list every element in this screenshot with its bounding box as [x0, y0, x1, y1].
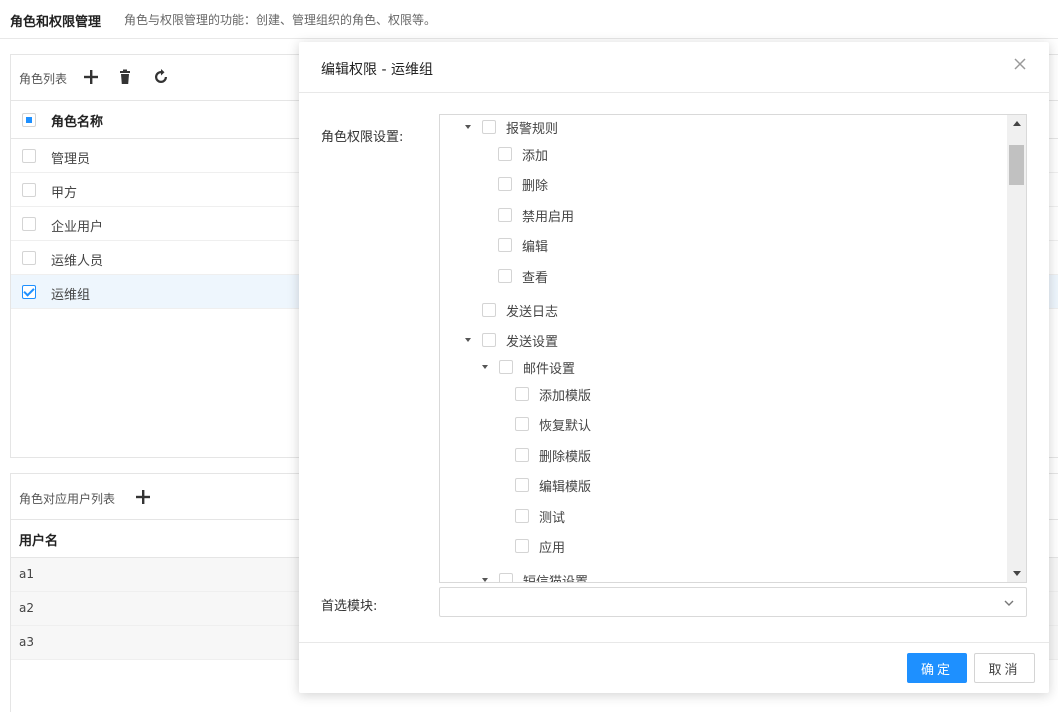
dialog-title: 编辑权限 - 运维组 — [321, 62, 433, 78]
tree-node-mail-restore-default[interactable]: 恢复默认 — [515, 414, 591, 434]
tree-checkbox[interactable] — [515, 448, 529, 462]
page-title: 角色和权限管理 — [10, 15, 102, 30]
tree-checkbox[interactable] — [482, 120, 496, 134]
tree-node-label: 编辑 — [522, 239, 549, 255]
tree-node-mail-apply[interactable]: 应用 — [515, 536, 565, 556]
tree-node-mail-edit-template[interactable]: 编辑模版 — [515, 475, 591, 495]
role-name: 运维人员 — [51, 254, 104, 269]
tree-node-label: 删除 — [522, 178, 549, 194]
tree-checkbox[interactable] — [498, 269, 512, 283]
tree-checkbox[interactable] — [482, 333, 496, 347]
tree-node-mail-test[interactable]: 测试 — [515, 506, 565, 526]
tree-checkbox[interactable] — [515, 478, 529, 492]
tree-node-label: 添加模版 — [539, 388, 592, 404]
edit-permissions-dialog: 编辑权限 - 运维组 角色权限设置: 报警规则 添加 删除 禁用启用 编辑 查看… — [299, 42, 1049, 693]
plus-icon — [84, 70, 98, 84]
username: a2 — [19, 601, 34, 615]
tree-node-alert-add[interactable]: 添加 — [498, 144, 548, 164]
page-header: 角色和权限管理 角色与权限管理的功能：创建、管理组织的角色、权限等。 — [0, 0, 1058, 39]
page-description: 角色与权限管理的功能：创建、管理组织的角色、权限等。 — [124, 13, 437, 27]
tree-checkbox[interactable] — [515, 509, 529, 523]
role-list-title: 角色列表 — [19, 72, 68, 86]
caret-down-icon[interactable] — [464, 123, 472, 131]
role-checkbox[interactable] — [22, 149, 36, 163]
close-dialog-button[interactable] — [1013, 57, 1031, 75]
tree-node-alert-view[interactable]: 查看 — [498, 266, 548, 286]
role-name: 企业用户 — [51, 220, 104, 235]
tree-checkbox[interactable] — [515, 539, 529, 553]
select-all-roles-checkbox[interactable] — [22, 113, 36, 127]
tree-node-label: 查看 — [522, 270, 549, 286]
tree-node-label: 编辑模版 — [539, 479, 592, 495]
role-name: 运维组 — [51, 288, 91, 303]
tree-node-alert-edit[interactable]: 编辑 — [498, 235, 548, 255]
tree-checkbox[interactable] — [498, 238, 512, 252]
tree-checkbox[interactable] — [482, 303, 496, 317]
tree-node-label: 添加 — [522, 148, 549, 164]
scroll-down-arrow-icon[interactable] — [1007, 565, 1026, 582]
scroll-thumb[interactable] — [1009, 145, 1024, 185]
tree-node-alert-rules[interactable]: 报警规则 — [464, 117, 558, 137]
permission-settings-label: 角色权限设置: — [321, 130, 404, 145]
trash-icon — [120, 69, 130, 84]
role-checkbox-checked[interactable] — [22, 285, 36, 299]
role-name-column-header: 角色名称 — [51, 115, 104, 130]
caret-down-icon[interactable] — [464, 336, 472, 344]
preferred-module-select[interactable] — [439, 587, 1027, 617]
caret-down-icon[interactable] — [481, 363, 489, 371]
tree-checkbox[interactable] — [515, 387, 529, 401]
add-user-button[interactable] — [133, 487, 153, 507]
refresh-roles-button[interactable] — [151, 67, 171, 87]
tree-node-send-log[interactable]: 发送日志 — [482, 300, 558, 320]
role-name: 甲方 — [51, 186, 78, 201]
tree-scrollbar[interactable] — [1007, 115, 1026, 582]
tree-node-label: 测试 — [539, 510, 566, 526]
tree-node-label: 报警规则 — [506, 121, 559, 137]
tree-node-label: 禁用启用 — [522, 209, 575, 225]
dialog-header: 编辑权限 - 运维组 — [299, 42, 1049, 93]
preferred-module-label: 首选模块: — [321, 599, 378, 614]
close-icon — [1014, 58, 1026, 70]
plus-icon — [136, 490, 150, 504]
tree-node-alert-delete[interactable]: 删除 — [498, 174, 548, 194]
tree-node-sms-settings[interactable]: 短信猫设置 — [481, 570, 589, 583]
tree-node-mail-delete-template[interactable]: 删除模版 — [515, 445, 591, 465]
tree-node-label: 恢复默认 — [539, 418, 592, 434]
tree-node-label: 邮件设置 — [523, 361, 576, 377]
tree-node-label: 发送设置 — [506, 334, 559, 350]
permission-tree[interactable]: 报警规则 添加 删除 禁用启用 编辑 查看 发送日志 发送设置 邮件设置 添加模… — [439, 114, 1027, 583]
tree-node-mail-add-template[interactable]: 添加模版 — [515, 384, 591, 404]
add-role-button[interactable] — [81, 67, 101, 87]
tree-checkbox[interactable] — [498, 208, 512, 222]
refresh-icon — [155, 69, 167, 83]
tree-checkbox[interactable] — [499, 360, 513, 374]
chevron-down-icon — [1004, 597, 1014, 607]
scroll-up-arrow-icon[interactable] — [1007, 115, 1026, 132]
username-column-header: 用户名 — [19, 534, 59, 549]
role-checkbox[interactable] — [22, 183, 36, 197]
tree-checkbox[interactable] — [498, 177, 512, 191]
tree-checkbox[interactable] — [515, 417, 529, 431]
delete-role-button[interactable] — [115, 67, 135, 87]
username: a1 — [19, 567, 34, 581]
tree-node-label: 应用 — [539, 540, 566, 556]
tree-node-alert-toggle[interactable]: 禁用启用 — [498, 205, 574, 225]
dialog-footer: 确定 取消 — [299, 642, 1049, 693]
tree-checkbox[interactable] — [498, 147, 512, 161]
tree-node-mail-settings[interactable]: 邮件设置 — [481, 357, 575, 377]
tree-node-label: 短信猫设置 — [523, 574, 589, 583]
role-users-title: 角色对应用户列表 — [19, 492, 116, 506]
tree-checkbox[interactable] — [499, 573, 513, 582]
confirm-button[interactable]: 确定 — [907, 653, 967, 683]
tree-node-send-settings[interactable]: 发送设置 — [464, 330, 558, 350]
cancel-button[interactable]: 取消 — [974, 653, 1035, 683]
caret-down-icon[interactable] — [481, 576, 489, 582]
username: a3 — [19, 635, 34, 649]
tree-node-label: 发送日志 — [506, 304, 559, 320]
role-checkbox[interactable] — [22, 217, 36, 231]
role-checkbox[interactable] — [22, 251, 36, 265]
tree-node-label: 删除模版 — [539, 449, 592, 465]
role-name: 管理员 — [51, 152, 91, 167]
